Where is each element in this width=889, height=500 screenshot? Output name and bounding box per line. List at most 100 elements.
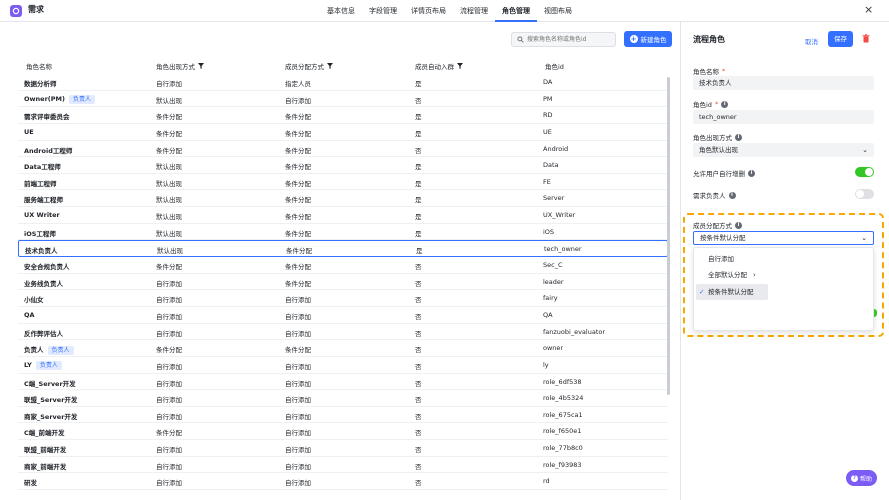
table-row[interactable]: Android工程师 条件分配 条件分配 否 Android [18, 141, 668, 158]
table-row[interactable]: C端_前端开发 条件分配 自行添加 否 role_f650e1 [18, 423, 668, 441]
tab-field-management[interactable]: 字段管理 [362, 0, 404, 22]
cancel-button[interactable]: 取消 [805, 36, 818, 46]
cell-assign: 条件分配 [285, 113, 311, 122]
info-icon[interactable]: i [721, 100, 729, 108]
column-header-appear[interactable]: 角色出现方式 [156, 61, 204, 71]
appear-mode-select[interactable]: 角色默认出现 ⌄ [693, 143, 874, 157]
role-id-field[interactable]: tech_owner [693, 110, 874, 124]
app-title: 需求 [28, 5, 44, 14]
table-row[interactable]: 研发 自行添加 自行添加 否 rd [18, 473, 668, 491]
cell-auto-join: 否 [415, 312, 422, 321]
table-row[interactable]: 反作弊评估人 自行添加 自行添加 否 fanzuobi_evaluator [18, 324, 668, 341]
role-name-field[interactable]: 技术负责人 [693, 76, 874, 90]
cell-appear: 条件分配 [156, 129, 182, 138]
cell-auto-join: 是 [415, 196, 422, 205]
table-row[interactable]: 数据分析师 自行添加 指定人员 是 DA [18, 74, 668, 91]
filter-icon[interactable] [457, 63, 463, 69]
cell-appear: 自行添加 [156, 312, 182, 321]
cell-auto-join: 否 [415, 446, 422, 455]
table-row[interactable]: 安全合规负责人 条件分配 条件分配 否 Sec_C [18, 257, 668, 274]
cell-role-id: Data [543, 161, 559, 170]
table-row[interactable]: Owner(PM) 负责人 默认出现 自行添加 否 PM [18, 91, 668, 108]
table-row[interactable]: 小仙女 自行添加 自行添加 否 fairy [18, 290, 668, 307]
table-row[interactable]: 联盟_Server开发 自行添加 自行添加 否 role_4b5324 [18, 390, 668, 407]
cell-role-name: 前端工程师 [24, 179, 57, 188]
table-row[interactable]: Data工程师 默认出现 条件分配 是 Data [18, 157, 668, 174]
dropdown-option-all-default[interactable]: 全部默认分配 › [696, 267, 768, 283]
owner-toggle[interactable] [855, 189, 874, 199]
table-row[interactable]: 业务线负责人 自行添加 条件分配 否 leader [18, 274, 668, 291]
plus-icon: + [629, 35, 638, 43]
cell-assign: 自行添加 [285, 96, 311, 105]
allow-delete-toggle[interactable] [855, 167, 874, 177]
table-row[interactable]: 服务端工程师 默认出现 条件分配 是 Server [18, 190, 668, 208]
table-row[interactable]: UX Writer 默认出现 条件分配 是 UX_Writer [18, 207, 668, 224]
cell-auto-join: 是 [415, 229, 422, 238]
search-input[interactable] [527, 33, 615, 46]
filter-icon[interactable] [327, 63, 333, 69]
filter-icon[interactable] [198, 63, 204, 69]
cell-role-id: fairy [543, 294, 558, 303]
chevron-right-icon: › [753, 271, 756, 279]
cell-auto-join: 否 [415, 396, 422, 405]
table-row[interactable]: 前端工程师 默认出现 条件分配 是 FE [18, 174, 668, 191]
table-row[interactable]: C端_Server开发 自行添加 自行添加 否 role_6df538 [18, 374, 668, 391]
table-row[interactable]: 联盟_前端开发 自行添加 自行添加 否 role_77b8c0 [18, 440, 668, 457]
cell-auto-join: 否 [415, 96, 422, 105]
cell-role-name: Android工程师 [24, 146, 73, 155]
assign-mode-dropdown: 自行添加 全部默认分配 › ✓ 按条件默认分配 [693, 247, 874, 331]
table-row[interactable]: 需求评审委员会 条件分配 条件分配 是 RD [18, 107, 668, 124]
close-icon[interactable]: × [864, 4, 873, 16]
table-row[interactable]: 负责人 负责人 条件分配 条件分配 否 owner [18, 340, 668, 357]
cell-auto-join: 否 [415, 346, 422, 355]
cell-auto-join: 是 [415, 113, 422, 122]
cell-role-id: role_4b5324 [543, 394, 584, 403]
cell-role-id: leader [543, 277, 564, 286]
table-row[interactable]: QA 自行添加 自行添加 否 QA [18, 307, 668, 324]
column-header-auto-join[interactable]: 成员自动入群 [415, 61, 463, 71]
search-box[interactable] [511, 32, 616, 47]
table-row[interactable]: 技术负责人 默认出现 条件分配 是 tech_owner [18, 240, 668, 258]
toggle-knob [865, 168, 873, 176]
table-header: 角色名称 角色出现方式 成员分配方式 成员自动入群 角色id [18, 59, 668, 73]
table-row[interactable]: 商家_Server开发 自行添加 自行添加 否 role_675ca1 [18, 407, 668, 424]
tab-role-management[interactable]: 角色管理 [495, 0, 537, 22]
cell-role-id: DA [543, 78, 553, 86]
scrollbar[interactable] [667, 77, 670, 395]
cell-assign: 条件分配 [285, 229, 311, 238]
tab-detail-layout[interactable]: 详情页布局 [404, 0, 453, 22]
table-row[interactable]: UE 条件分配 条件分配 是 UE [18, 124, 668, 141]
owner-tag: 负责人 [47, 346, 74, 356]
cell-role-id: Android [543, 144, 569, 153]
table-row[interactable]: iOS工程师 默认出现 条件分配 是 iOS [18, 224, 668, 241]
dropdown-option-self-add[interactable]: 自行添加 [696, 251, 768, 267]
column-header-role-id: 角色id [545, 63, 564, 71]
cell-appear: 条件分配 [156, 429, 182, 438]
info-icon[interactable]: i [735, 221, 742, 229]
cell-auto-join: 否 [415, 479, 422, 488]
info-icon[interactable]: i [748, 169, 755, 177]
new-role-button[interactable]: + 新建角色 [624, 31, 672, 47]
info-icon[interactable]: i [735, 133, 742, 141]
column-header-assign[interactable]: 成员分配方式 [285, 61, 333, 71]
cell-assign: 自行添加 [285, 396, 311, 405]
cell-auto-join: 否 [415, 412, 422, 421]
assign-mode-select[interactable]: 按条件默认分配 ⌄ [693, 231, 874, 245]
cell-role-name: C端_Server开发 [24, 379, 76, 388]
dropdown-option-conditional-default[interactable]: ✓ 按条件默认分配 [696, 284, 768, 300]
help-button[interactable]: ? 帮助 [846, 470, 877, 486]
cell-appear: 默认出现 [156, 179, 182, 188]
cell-auto-join: 否 [415, 279, 422, 288]
cell-appear: 默认出现 [156, 163, 182, 172]
cell-role-name: UE [24, 127, 34, 136]
table-row[interactable]: 商家_前端开发 自行添加 自行添加 否 role_f93983 [18, 457, 668, 474]
cell-assign: 自行添加 [285, 429, 311, 438]
tab-basic-info[interactable]: 基本信息 [320, 0, 362, 22]
info-icon[interactable]: i [728, 191, 736, 199]
tab-view-layout[interactable]: 视图布局 [537, 0, 579, 22]
tab-flow-management[interactable]: 流程管理 [453, 0, 495, 22]
cell-role-id: rd [543, 477, 550, 486]
table-row[interactable]: LY 负责人 自行添加 自行添加 否 ly [18, 357, 668, 374]
save-button[interactable]: 保存 [828, 31, 853, 47]
delete-icon[interactable] [862, 34, 870, 43]
